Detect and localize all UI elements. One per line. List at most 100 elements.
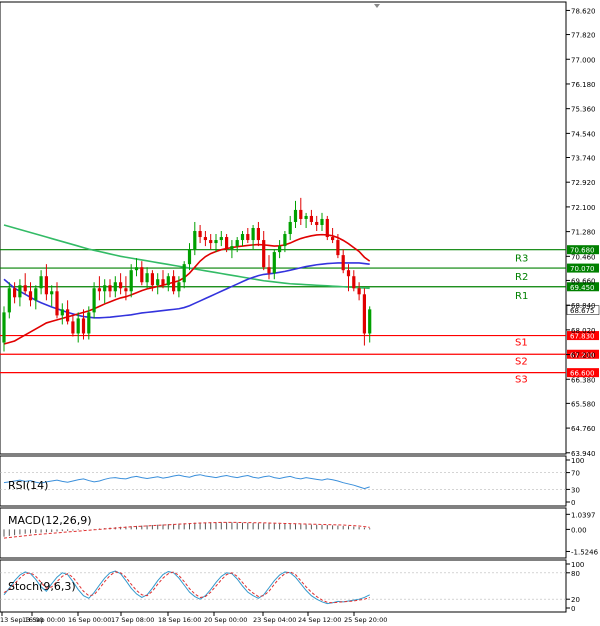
price-axis-label: 65.580 (571, 400, 596, 408)
price-axis-label: 70.460 (571, 253, 596, 261)
candle-body (320, 218, 324, 225)
level-name-r1: R1 (515, 291, 528, 302)
axis-label: -1.5246 (571, 548, 599, 556)
level-name-s2: S2 (515, 356, 528, 367)
level-name-r3: R3 (515, 254, 528, 265)
time-axis-label: 13 Sep 00:00 (22, 616, 65, 624)
level-name-r2: R2 (515, 272, 528, 283)
price-axis-label: 76.180 (571, 81, 596, 89)
candle-body (288, 221, 292, 235)
candle-body (113, 282, 117, 292)
price-axis-label: 78.620 (571, 7, 596, 15)
candle-body (198, 231, 202, 238)
rsi-legend: RSI(14) (8, 479, 48, 492)
price-axis-label: 67.200 (571, 352, 596, 360)
candle-body (60, 309, 64, 316)
candle-body (76, 318, 80, 334)
candle-body (325, 218, 329, 238)
price-axis-label: 74.540 (571, 130, 596, 138)
candle-body (44, 276, 48, 295)
candle-body (34, 288, 38, 301)
axis-label: 100 (571, 561, 584, 569)
candle-body (230, 246, 234, 250)
price-axis-label: 75.360 (571, 106, 596, 114)
candle-body (129, 270, 133, 292)
price-axis-label: 68.020 (571, 327, 596, 335)
time-axis-label: 18 Sep 16:00 (158, 616, 201, 624)
axis-label: 100 (571, 457, 584, 465)
candle-body (108, 285, 112, 292)
axis-label: 70 (571, 470, 580, 478)
candle-body (103, 285, 107, 292)
candle-body (172, 276, 176, 292)
candle-body (124, 288, 128, 292)
candle-body (299, 209, 303, 219)
axis-label: 0.00 (571, 526, 587, 534)
axis-label: 0 (571, 605, 575, 613)
chart-canvas: R370.680R270.070R169.450S167.830S267.210… (0, 0, 600, 626)
candle-body (309, 215, 313, 222)
candle-body (7, 288, 11, 313)
candle-body (18, 285, 22, 298)
candle-body (267, 267, 271, 274)
candle-body (352, 276, 356, 289)
price-axis-label: 66.380 (571, 376, 596, 384)
candle-body (55, 291, 59, 316)
stoch-panel-frame (0, 559, 567, 613)
macd-panel: MACD(12,26,9) 1.0397 0.00 -1.5246 (0, 507, 599, 559)
candle-body (97, 288, 101, 292)
candle-body (119, 282, 123, 289)
price-axis-label: 69.660 (571, 277, 596, 285)
candle-body (225, 237, 229, 250)
candle-body (145, 273, 149, 283)
time-axis-label: 16 Sep 00:00 (68, 616, 111, 624)
stoch-legend: Stoch(9,6,3) (8, 580, 76, 593)
candle-body (209, 240, 213, 244)
level-name-s3: S3 (515, 375, 528, 386)
candle-body (166, 276, 170, 286)
candle-body (262, 240, 266, 268)
price-axis-label: 72.920 (571, 179, 596, 187)
axis-label: 1.0397 (571, 511, 596, 519)
candle-body (182, 264, 186, 283)
axis-label: 80 (571, 570, 580, 578)
rsi-panel: RSI(14) 100 70 30 0 (0, 455, 584, 507)
candle-body (177, 282, 181, 292)
candle-body (251, 228, 255, 241)
candle-body (293, 209, 298, 222)
candle-body (87, 312, 91, 334)
time-axis-label: 20 Sep 00:00 (204, 616, 247, 624)
candle-body (362, 294, 366, 334)
price-axis-label: 64.760 (571, 425, 596, 433)
candle-body (50, 291, 54, 295)
candle-body (256, 228, 260, 241)
stoch-panel: Stoch(9,6,3) 10080 200 (0, 559, 584, 613)
time-axis-label: 24 Sep 12:00 (298, 616, 341, 624)
time-axis-label: 23 Sep 04:00 (253, 616, 296, 624)
candle-body (2, 312, 6, 343)
price-axis-label: 68.840 (571, 302, 596, 310)
price-axis-label: 73.740 (571, 154, 596, 162)
price-axis-label: 77.820 (571, 32, 596, 40)
candle-body (28, 291, 33, 301)
candle-body (140, 267, 144, 283)
candle-body (156, 279, 160, 286)
candle-body (214, 240, 218, 244)
candle-body (240, 234, 245, 241)
candle-body (13, 288, 17, 298)
candle-body (193, 231, 197, 250)
candle-body (39, 276, 43, 289)
candle-body (315, 221, 319, 225)
candle-body (92, 288, 96, 313)
price-panel-frame (0, 1, 567, 455)
level-price-label: 70.070 (570, 265, 595, 273)
time-axis-label: 25 Sep 20:00 (344, 616, 387, 624)
candle-body (219, 237, 223, 241)
candle-body (71, 321, 75, 334)
candle-body (346, 270, 351, 277)
candle-body (23, 285, 27, 292)
price-axis-label: 71.280 (571, 229, 596, 237)
candle-body (66, 309, 70, 322)
candle-body (187, 249, 192, 265)
candle-body (331, 237, 335, 241)
